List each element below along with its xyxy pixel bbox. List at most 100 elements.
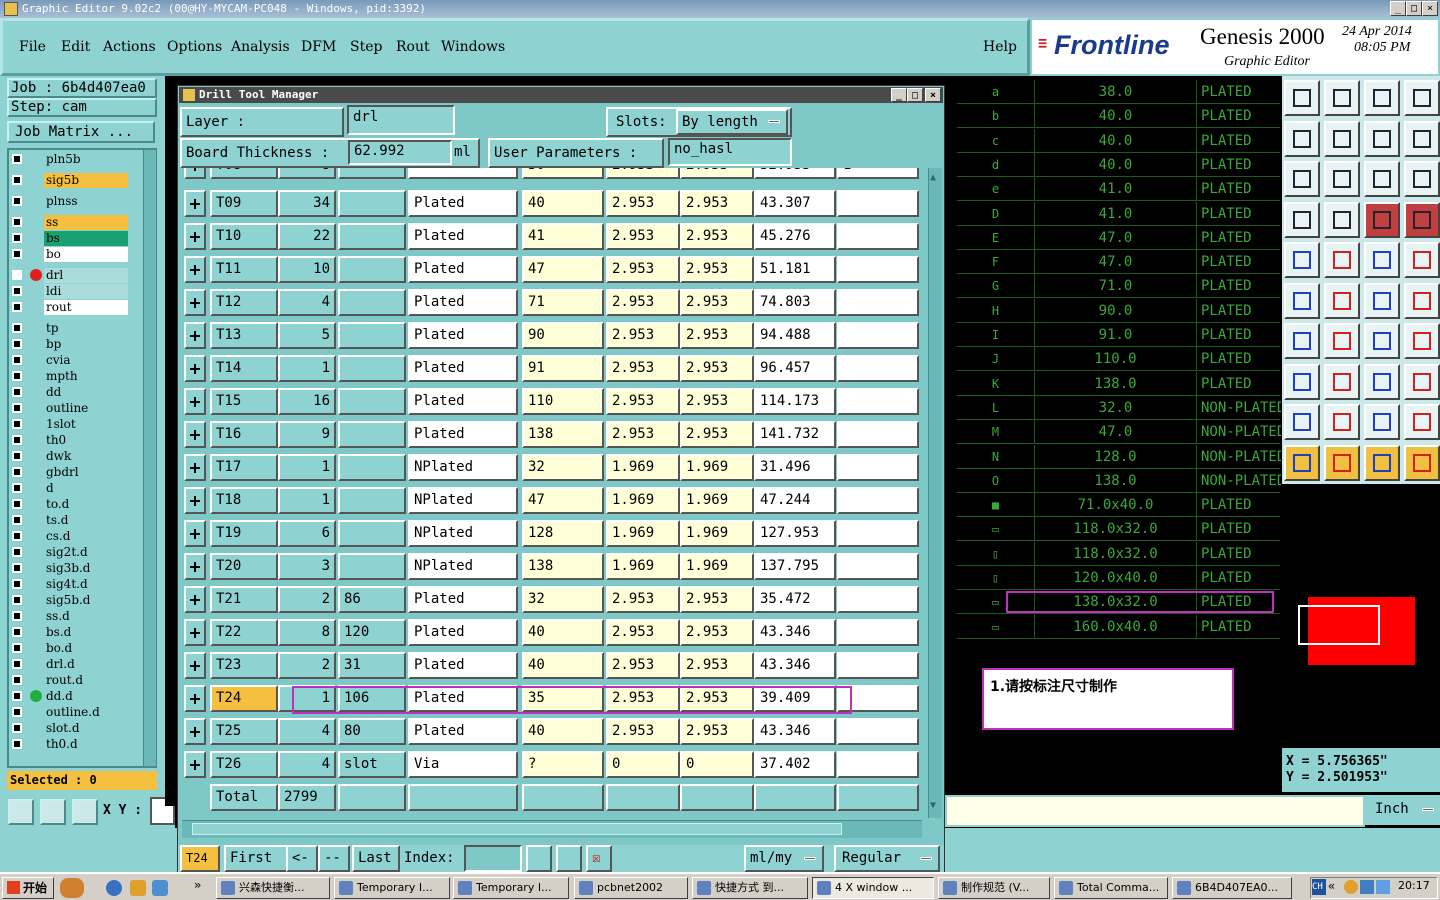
drill-symbol-row[interactable]: E 47.0 PLATED — [957, 225, 1280, 250]
tool-type-dropdown[interactable]: Plated — [408, 718, 518, 745]
tool-number[interactable]: T15 — [210, 388, 278, 415]
tool-minus-tolerance-input[interactable]: 2.953 — [680, 652, 754, 679]
layer-row-d[interactable]: d — [10, 481, 128, 496]
drill-symbol-row[interactable]: ▭ 118.0x32.0 PLATED — [957, 517, 1280, 542]
tool-type-dropdown[interactable]: Plated — [408, 190, 518, 217]
tool-number[interactable]: T22 — [210, 619, 278, 646]
layer-row-to-d[interactable]: to.d — [10, 497, 128, 512]
open-step-icon[interactable] — [1284, 80, 1320, 116]
grid-icon[interactable] — [72, 799, 98, 825]
menu-analysis[interactable]: Analysis — [231, 39, 290, 55]
board-thickness-input[interactable]: 62.992 — [348, 140, 452, 165]
expand-tool-icon[interactable] — [184, 652, 206, 679]
angle-icon[interactable] — [1284, 323, 1320, 359]
expand-tool-icon[interactable] — [184, 751, 206, 778]
tool-plus-tolerance-input[interactable]: 2.953 — [606, 652, 680, 679]
dtm-minimize-button[interactable]: _ — [891, 88, 907, 102]
expand-tool-icon[interactable] — [184, 454, 206, 481]
menu-options[interactable]: Options — [167, 39, 222, 55]
drill-symbol-row[interactable]: ▭ 160.0x40.0 PLATED — [957, 614, 1280, 639]
expand-tool-icon[interactable] — [184, 168, 206, 179]
tool-minus-tolerance-input[interactable]: 1.969 — [680, 520, 754, 547]
expand-tool-icon[interactable] — [184, 520, 206, 547]
drill-symbol-row[interactable]: M 47.0 NON-PLATED — [957, 420, 1281, 445]
drill-symbol-row[interactable]: H 90.0 PLATED — [957, 298, 1280, 323]
layer-row-ss[interactable]: ss — [10, 215, 128, 230]
taskbar-item[interactable]: 快捷方式 到... — [692, 877, 808, 899]
drill-symbol-row[interactable]: I 91.0 PLATED — [957, 323, 1280, 347]
tool-number[interactable]: T14 — [210, 355, 278, 382]
layer-checkbox[interactable] — [12, 563, 22, 573]
layer-row-th0[interactable]: th0 — [10, 433, 128, 448]
tool-size-input[interactable]: 128 — [522, 520, 604, 547]
close-button[interactable]: × — [1422, 1, 1438, 16]
tool-minus-tolerance-input[interactable]: 1.969 — [680, 487, 754, 514]
drill-symbol-row[interactable]: c 40.0 PLATED — [957, 128, 1280, 153]
layer-row-ts-d[interactable]: ts.d — [10, 513, 128, 528]
layer-checkbox[interactable] — [12, 659, 22, 669]
tool-table-hscroll[interactable] — [182, 820, 922, 838]
tool-plus-tolerance-input[interactable]: 2.953 — [606, 586, 680, 613]
job-matrix-button[interactable]: Job Matrix ... — [7, 121, 155, 143]
tool-size-input[interactable]: 32 — [522, 454, 604, 481]
tool-size-input[interactable]: 138 — [522, 421, 604, 448]
quicklaunch-icon-3[interactable] — [152, 880, 168, 896]
tool-number[interactable]: T11 — [210, 256, 278, 283]
circle-icon[interactable] — [1404, 242, 1440, 278]
minus-icon[interactable] — [1324, 363, 1360, 400]
tool-extra-input[interactable] — [837, 355, 919, 382]
tool-size-input[interactable]: ? — [522, 751, 604, 778]
text-icon[interactable] — [1404, 323, 1440, 359]
tool-number[interactable]: T19 — [210, 520, 278, 547]
taskbar-item[interactable]: 兴森快捷衡... — [216, 877, 330, 899]
tool-type-dropdown[interactable]: NPlated — [408, 454, 518, 481]
tool-type-dropdown[interactable]: Plated — [408, 289, 518, 316]
expand-tool-icon[interactable] — [184, 190, 206, 217]
triangle-4-icon[interactable] — [1404, 404, 1440, 440]
help-icon[interactable] — [1404, 161, 1440, 197]
layer-row-outline-d[interactable]: outline.d — [10, 705, 128, 720]
tool-type-dropdown[interactable]: Plated — [408, 388, 518, 415]
layer-row-tp[interactable]: tp — [10, 321, 128, 336]
expand-tool-icon[interactable] — [184, 487, 206, 514]
layer-checkbox[interactable] — [12, 403, 22, 413]
tool-number[interactable]: T25 — [210, 718, 278, 745]
layer-row-sig3b-d[interactable]: sig3b.d — [10, 561, 128, 576]
tool-minus-tolerance-input[interactable]: 2.953 — [680, 256, 754, 283]
pointer-3-icon[interactable] — [1364, 444, 1400, 481]
menu-file[interactable]: File — [19, 39, 46, 55]
panel-icon[interactable] — [1404, 80, 1440, 116]
expand-tool-icon[interactable] — [184, 322, 206, 349]
tool-plus-tolerance-input[interactable]: 2.953 — [606, 388, 680, 415]
layer-row-ss-d[interactable]: ss.d — [10, 609, 128, 624]
node-icon[interactable] — [1364, 282, 1400, 319]
status-input[interactable] — [945, 795, 1365, 827]
layer-checkbox[interactable] — [12, 154, 22, 164]
layer-checkbox[interactable] — [12, 323, 22, 333]
layer-checkbox[interactable] — [12, 217, 22, 227]
layers-red-icon[interactable] — [1364, 201, 1400, 238]
tool-type-dropdown[interactable]: Plated — [408, 619, 518, 646]
prev-button[interactable]: <-- — [286, 845, 318, 888]
drill-symbol-row[interactable]: ■ 71.0x40.0 PLATED — [957, 493, 1280, 518]
tool-extra-input[interactable] — [837, 751, 919, 778]
layer-row-1slot[interactable]: 1slot — [10, 417, 128, 432]
ruler-icon[interactable] — [1364, 242, 1400, 278]
layer-checkbox[interactable] — [12, 355, 22, 365]
layer-row-bs[interactable]: bs — [10, 231, 128, 246]
tool-number[interactable]: T17 — [210, 454, 278, 481]
tool-size-input[interactable]: 47 — [522, 487, 604, 514]
tool-type-dropdown[interactable]: NPlated — [408, 553, 518, 580]
tool-plus-tolerance-input[interactable]: 2.953 — [606, 190, 680, 217]
layer-row-drl-d[interactable]: drl.d — [10, 657, 128, 672]
tool-size-input[interactable]: 32 — [522, 586, 604, 613]
layers-red-2-icon[interactable] — [1404, 201, 1440, 238]
menu-edit[interactable]: Edit — [61, 39, 90, 55]
taskbar-item[interactable]: Temporary I... — [334, 877, 450, 899]
layer-row-plnss[interactable]: plnss — [10, 194, 128, 209]
layer-row-rout[interactable]: rout — [10, 300, 128, 315]
tool-extra-input[interactable] — [837, 388, 919, 415]
zoom-icon[interactable] — [8, 799, 34, 825]
tool-type-dropdown[interactable] — [408, 168, 518, 179]
zoom-fit-icon[interactable] — [1324, 161, 1360, 197]
